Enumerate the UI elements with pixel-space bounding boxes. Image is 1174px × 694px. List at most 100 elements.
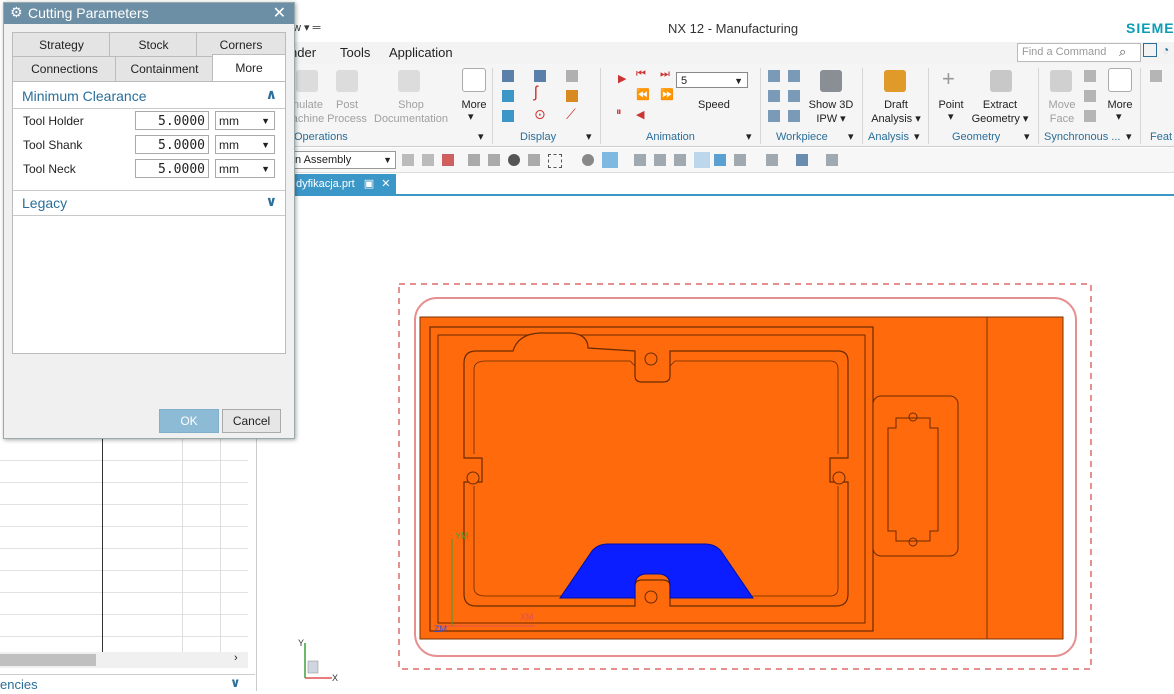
rotate-icon[interactable] — [674, 154, 686, 166]
speed-select[interactable]: 5 ▼ — [676, 72, 748, 88]
operations-expand-icon[interactable]: ▾ — [478, 130, 484, 144]
more-operations-icon[interactable] — [462, 68, 486, 92]
pause-icon[interactable]: ⏸ — [616, 106, 622, 119]
move-face-icon[interactable] — [1050, 70, 1072, 92]
chevron-up-icon[interactable]: ∧ — [266, 86, 277, 103]
rewind-icon[interactable]: ⏪ — [636, 88, 650, 101]
chevron-down-icon[interactable]: ∨ — [230, 675, 241, 691]
table-row[interactable] — [0, 460, 248, 483]
table-row[interactable] — [0, 504, 248, 527]
shop-documentation-icon[interactable] — [398, 70, 420, 92]
simulate-machine-icon[interactable] — [296, 70, 318, 92]
view-dropdown[interactable]: w ▾ ═ — [293, 21, 320, 34]
extract-geometry-icon[interactable] — [990, 70, 1012, 92]
tool-shank-input[interactable]: 5.0000 — [135, 135, 209, 154]
select-filter-a-icon[interactable] — [402, 154, 414, 166]
scrollbar-thumb[interactable] — [0, 654, 96, 666]
chevron-down-icon[interactable]: ∨ — [266, 193, 277, 210]
move-face-label[interactable]: Move Face — [1046, 98, 1078, 126]
close-icon[interactable]: ✕ — [381, 178, 390, 190]
draft-analysis-label[interactable]: Draft Analysis ▾ — [868, 98, 924, 126]
analysis-expand-icon[interactable]: ▾ — [914, 130, 920, 144]
geometry-expand-icon[interactable]: ▾ — [1024, 130, 1030, 144]
tool-holder-input[interactable]: 5.0000 — [135, 111, 209, 130]
sync-a-icon[interactable] — [1084, 70, 1096, 82]
workpiece-e-icon[interactable] — [768, 110, 780, 122]
point-icon[interactable]: + — [942, 66, 955, 92]
more-operations-label[interactable]: More — [454, 98, 494, 112]
table-row[interactable] — [0, 592, 248, 615]
section-legacy[interactable]: Legacy ∨ — [13, 190, 285, 216]
workpiece-a-icon[interactable] — [768, 70, 780, 82]
cancel-button[interactable]: Cancel — [222, 409, 281, 433]
tool-neck-unit-select[interactable]: mm ▼ — [215, 159, 275, 178]
select-filter-b-icon[interactable] — [422, 154, 434, 166]
display-expand-icon[interactable]: ▾ — [586, 130, 592, 144]
display-filter-icon[interactable] — [502, 70, 514, 82]
scroll-right-icon[interactable]: › — [234, 652, 238, 664]
tab-stock[interactable]: Stock — [109, 32, 198, 58]
close-icon[interactable]: ✕ — [273, 3, 286, 23]
more-sync-arrow-icon[interactable]: ▾ — [1116, 110, 1122, 124]
sync-c-icon[interactable] — [1084, 110, 1096, 122]
assembly-select[interactable]: n Assembly ▼ — [292, 151, 396, 169]
post-process-icon[interactable] — [336, 70, 358, 92]
render-style-icon[interactable] — [766, 154, 778, 166]
table-row[interactable] — [0, 482, 248, 505]
workpiece-expand-icon[interactable]: ▾ — [848, 130, 854, 144]
cube-view-icon[interactable] — [796, 154, 808, 166]
table-row[interactable] — [0, 614, 248, 637]
draft-analysis-icon[interactable] — [884, 70, 906, 92]
select-filter-e-icon[interactable] — [488, 154, 500, 166]
select-filter-c-icon[interactable] — [442, 154, 454, 166]
part-viewport[interactable]: YM XM ZM Y X — [290, 196, 1174, 691]
select-filter-d-icon[interactable] — [468, 154, 480, 166]
graphics-window[interactable]: YM XM ZM Y X — [290, 196, 1174, 691]
fit-view-icon[interactable] — [634, 154, 646, 166]
workpiece-f-icon[interactable] — [788, 110, 800, 122]
display-curve-icon[interactable]: ʃ — [534, 84, 538, 102]
tab-file[interactable]: dyfikacja.prt ▣ ✕ — [290, 174, 397, 194]
workpiece-b-icon[interactable] — [788, 70, 800, 82]
extract-geometry-label[interactable]: Extract Geometry ▾ — [970, 98, 1030, 126]
workpiece-d-icon[interactable] — [788, 90, 800, 102]
snap-center-icon[interactable] — [508, 154, 520, 166]
display-toolpath-icon[interactable] — [502, 90, 514, 102]
play-back-icon[interactable]: ◀ — [636, 108, 644, 121]
sync-b-icon[interactable] — [1084, 90, 1096, 102]
search-icon[interactable]: ⌕ — [1119, 44, 1126, 60]
settings-icon[interactable]: ◔ — [1162, 43, 1169, 57]
menu-item-application[interactable]: Application — [389, 45, 453, 60]
display-tool-icon[interactable] — [566, 90, 578, 102]
display-line-icon[interactable]: ⟋ — [566, 106, 576, 123]
table-row[interactable] — [0, 438, 248, 461]
section-view-icon[interactable] — [826, 154, 838, 166]
menu-item-tools[interactable]: Tools — [340, 45, 370, 60]
display-blank-icon[interactable] — [502, 110, 514, 122]
more-operations-arrow-icon[interactable]: ▾ — [468, 110, 474, 124]
pan-icon[interactable] — [694, 152, 710, 168]
workpiece-c-icon[interactable] — [768, 90, 780, 102]
ok-button[interactable]: OK — [159, 409, 219, 433]
feature-icon[interactable] — [1150, 70, 1162, 82]
tool-holder-unit-select[interactable]: mm ▼ — [215, 111, 275, 130]
step-back-icon[interactable]: ⏮ — [636, 68, 646, 81]
dependencies-panel-header[interactable]: encies ∨ — [0, 674, 255, 692]
display-mode-icon[interactable] — [582, 154, 594, 166]
shop-documentation-label[interactable]: Shop Documentation — [370, 98, 452, 126]
table-row[interactable] — [0, 548, 248, 571]
tab-strategy[interactable]: Strategy — [12, 32, 111, 58]
step-forward-icon[interactable]: ⏭ — [660, 68, 670, 81]
display-layout-icon[interactable] — [534, 70, 546, 82]
show-3d-ipw-label[interactable]: Show 3D IPW ▾ — [806, 98, 856, 126]
play-forward-icon[interactable]: ▶ — [618, 72, 626, 85]
box-select-icon[interactable] — [548, 154, 562, 168]
dialog-title-bar[interactable]: ⚙ Cutting Parameters ✕ — [4, 3, 294, 24]
point-arrow-icon[interactable]: ▾ — [948, 110, 954, 124]
horizontal-scrollbar[interactable]: › — [0, 652, 248, 668]
orient-icon[interactable] — [714, 154, 726, 166]
tab-containment[interactable]: Containment — [115, 56, 214, 82]
section-minimum-clearance[interactable]: Minimum Clearance ∧ — [13, 84, 285, 109]
animation-expand-icon[interactable]: ▾ — [746, 130, 752, 144]
tab-pin-icon[interactable]: ▣ — [364, 178, 374, 190]
